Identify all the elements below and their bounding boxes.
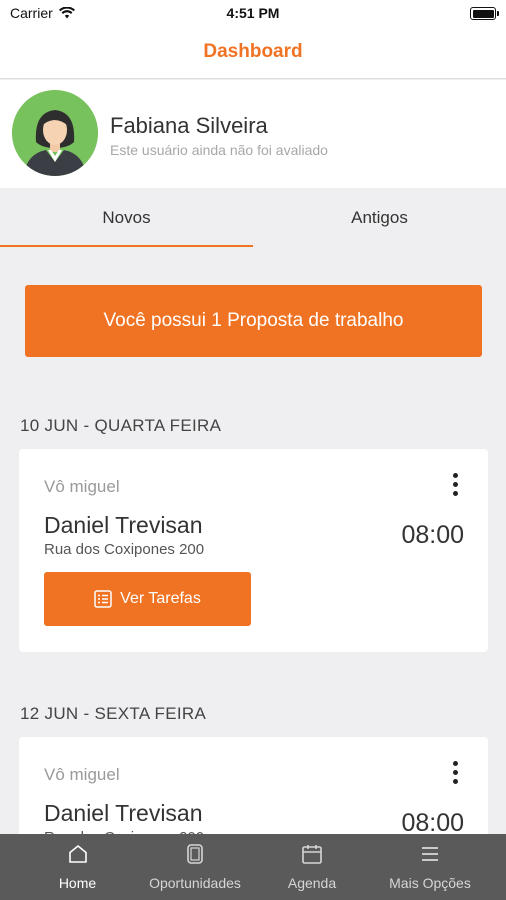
profile-header: Fabiana Silveira Este usuário ainda não … xyxy=(0,80,506,188)
avatar[interactable] xyxy=(12,90,98,176)
tabbar-item-oportunidades[interactable]: Oportunidades xyxy=(130,834,260,900)
tabbar-item-home[interactable]: Home xyxy=(35,834,120,900)
navigation-bar: Dashboard xyxy=(0,28,506,79)
tabbar-label: Mais Opções xyxy=(389,875,471,891)
menu-icon xyxy=(422,847,438,861)
client-name: Vô miguel xyxy=(44,765,120,784)
more-options-icon[interactable] xyxy=(447,761,463,789)
status-time: 4:51 PM xyxy=(226,5,280,21)
tab-antigos[interactable]: Antigos xyxy=(253,188,506,248)
appointment-time: 08:00 xyxy=(401,521,464,549)
more-options-icon[interactable] xyxy=(447,473,463,501)
date-header: 10 JUN - QUARTA FEIRA xyxy=(20,416,222,435)
client-name: Vô miguel xyxy=(44,477,120,496)
tabbar-label: Agenda xyxy=(287,875,337,891)
tab-novos[interactable]: Novos xyxy=(0,188,253,248)
profile-name: Fabiana Silveira xyxy=(110,113,268,138)
user-avatar-icon xyxy=(12,90,98,176)
tabbar-item-mais-opcoes[interactable]: Mais Opções xyxy=(370,834,490,900)
bottom-tab-bar: Home Oportunidades Agenda Mais Opções xyxy=(0,834,506,900)
appointment-address: Rua dos Coxipones 200 xyxy=(44,541,205,558)
task-list-icon xyxy=(94,590,112,608)
view-tasks-label: Ver Tarefas xyxy=(120,590,201,607)
date-header: 12 JUN - SEXTA FEIRA xyxy=(20,704,207,723)
active-tab-indicator xyxy=(0,245,253,247)
opportunities-icon xyxy=(187,844,203,864)
work-proposal-button[interactable]: Você possui 1 Proposta de trabalho xyxy=(25,285,482,357)
status-bar: Carrier 4:51 PM xyxy=(0,0,506,28)
page-title: Dashboard xyxy=(203,41,303,62)
appointment-card[interactable]: Vô miguel Daniel Trevisan Rua dos Coxipo… xyxy=(19,449,488,652)
segment-tabs: Novos Antigos xyxy=(0,188,506,248)
calendar-icon xyxy=(302,845,322,864)
worker-name: Daniel Trevisan xyxy=(44,800,203,826)
view-tasks-button[interactable]: Ver Tarefas xyxy=(44,572,251,626)
home-icon xyxy=(68,845,87,863)
worker-name: Daniel Trevisan xyxy=(44,512,203,538)
tabbar-label: Home xyxy=(58,875,97,891)
profile-rating-status: Este usuário ainda não foi avaliado xyxy=(110,142,328,158)
tabbar-label: Oportunidades xyxy=(149,875,241,891)
battery-icon xyxy=(470,7,499,20)
tabbar-item-agenda[interactable]: Agenda xyxy=(270,834,354,900)
